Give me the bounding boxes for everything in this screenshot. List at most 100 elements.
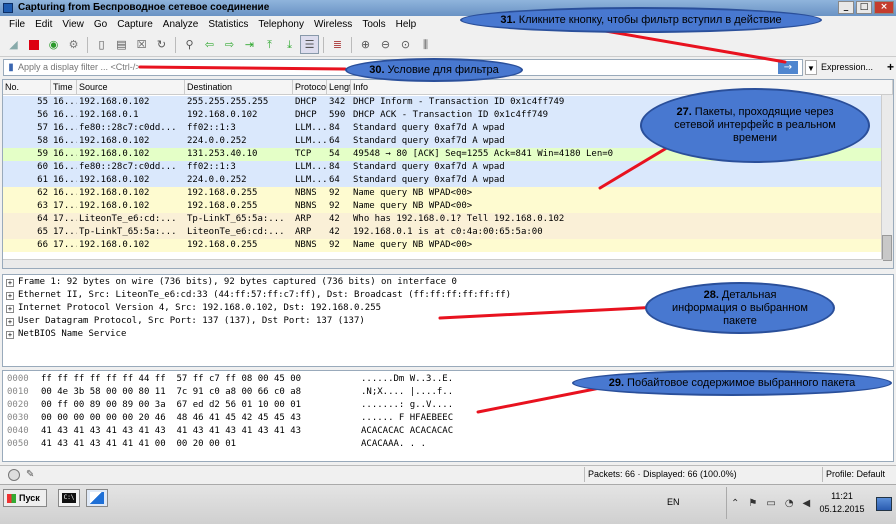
bytes-row: 0050 41 43 41 43 41 41 41 00 00 20 00 01 A… <box>3 438 893 451</box>
go-back-icon[interactable]: ⇦ <box>200 35 219 54</box>
network-icon[interactable]: ◔ <box>785 498 794 509</box>
column-header-protocol[interactable]: Protocol <box>293 80 327 94</box>
bytes-ascii[interactable]: .......: g..V.... <box>361 399 453 412</box>
first-packet-icon[interactable]: ⤒ <box>260 35 279 54</box>
bytes-hex[interactable]: 00 ff 00 89 00 89 00 3a 67 ed d2 56 01 1… <box>41 399 361 412</box>
column-header-destination[interactable]: Destination <box>185 80 293 94</box>
filter-bookmark-icon[interactable]: ▮ <box>4 60 18 75</box>
save-file-icon[interactable]: ▤ <box>112 35 131 54</box>
capture-comment-icon[interactable]: ✎ <box>26 469 34 480</box>
scrollbar-thumb[interactable] <box>882 235 892 261</box>
open-file-icon[interactable]: ▯ <box>92 35 111 54</box>
column-header-no[interactable]: No. <box>3 80 51 94</box>
row-time: 16... <box>53 175 77 185</box>
packet-row[interactable]: 62 16...192.168.0.102 192.168.0.255 NBNS 92 N… <box>3 187 893 200</box>
row-length: 84 <box>329 123 340 133</box>
bytes-ascii[interactable]: ACACAAA. . . <box>361 438 426 451</box>
close-button[interactable]: × <box>874 1 894 14</box>
language-indicator[interactable]: EN <box>667 497 680 507</box>
volume-icon[interactable]: ◀ <box>803 498 811 509</box>
column-header-time[interactable]: Time <box>51 80 77 94</box>
row-length: 64 <box>329 136 340 146</box>
restart-capture-icon[interactable]: ◉ <box>44 35 63 54</box>
find-packet-icon[interactable]: ⚲ <box>180 35 199 54</box>
column-header-length[interactable]: Length <box>327 80 351 94</box>
close-file-icon[interactable]: ☒ <box>132 35 151 54</box>
bytes-hex[interactable]: 41 43 41 43 41 43 41 43 41 43 41 43 41 4… <box>41 425 361 438</box>
detail-text: Frame 1: 92 bytes on wire (736 bits), 92… <box>18 277 457 287</box>
add-filter-button[interactable]: + <box>887 60 894 74</box>
packet-row[interactable]: 64 17...LiteonTe_e6:cd:... Tp-LinkT_65:5a:… <box>3 213 893 226</box>
packet-row[interactable]: 61 16...192.168.0.102 224.0.0.252 LLM...64 S… <box>3 174 893 187</box>
row-protocol: LLM... <box>295 175 327 185</box>
menu-file[interactable]: File <box>4 19 30 30</box>
zoom-reset-icon[interactable]: ⊙ <box>396 35 415 54</box>
minimize-button[interactable]: _ <box>838 1 854 14</box>
autoscroll-icon[interactable]: ☰ <box>300 35 319 54</box>
packet-row[interactable]: 66 17...192.168.0.102 192.168.0.255 NBNS 92 N… <box>3 239 893 252</box>
menu-edit[interactable]: Edit <box>30 19 57 30</box>
expand-icon[interactable]: + <box>6 317 14 326</box>
last-packet-icon[interactable]: ⤓ <box>280 35 299 54</box>
resize-columns-icon[interactable]: ⫼ <box>416 35 435 54</box>
start-button[interactable]: Пуск <box>3 489 47 507</box>
expand-icon[interactable]: + <box>6 278 14 287</box>
bytes-ascii[interactable]: ...... F HFAEBEEC <box>361 412 453 425</box>
row-no: 59 <box>37 149 48 159</box>
zoom-out-icon[interactable]: ⊖ <box>376 35 395 54</box>
filter-history-dropdown[interactable]: ▼ <box>805 59 817 75</box>
show-hidden-icons-icon[interactable]: ⌃ <box>731 498 739 509</box>
column-header-source[interactable]: Source <box>77 80 185 94</box>
start-capture-icon[interactable]: ◢ <box>4 35 23 54</box>
bytes-ascii[interactable]: .N;X.... |....f.. <box>361 386 453 399</box>
callout-29: 29. Побайтовое содержимое выбранного паке… <box>572 370 892 396</box>
apply-filter-button[interactable]: → <box>778 60 798 74</box>
display-icon[interactable]: ▭ <box>766 498 775 509</box>
colorize-icon[interactable]: ≣ <box>328 35 347 54</box>
capture-options-icon[interactable]: ⚙ <box>64 35 83 54</box>
go-forward-icon[interactable]: ⇨ <box>220 35 239 54</box>
menu-statistics[interactable]: Statistics <box>203 19 253 30</box>
taskbar-cmd[interactable]: C:\ <box>58 489 80 507</box>
taskbar-clock[interactable]: 11:21 05.12.2015 <box>812 490 872 516</box>
expand-icon[interactable]: + <box>6 291 14 300</box>
row-destination: 192.168.0.255 <box>187 188 258 198</box>
bytes-ascii[interactable]: ......Dm W..3..E. <box>361 373 453 386</box>
go-to-packet-icon[interactable]: ⇥ <box>240 35 259 54</box>
notification-flag-icon[interactable] <box>876 497 892 511</box>
menu-wireless[interactable]: Wireless <box>309 19 357 30</box>
window-title: Capturing from Беспроводное сетевое соед… <box>18 2 270 13</box>
packet-list-hscrollbar[interactable] <box>3 259 883 268</box>
taskbar-wireshark[interactable] <box>86 489 108 507</box>
maximize-button[interactable]: □ <box>856 1 872 14</box>
row-protocol: NBNS <box>295 188 317 198</box>
zoom-in-icon[interactable]: ⊕ <box>356 35 375 54</box>
bytes-hex[interactable]: 00 4e 3b 58 00 00 80 11 7c 91 c0 a8 00 6… <box>41 386 361 399</box>
profile-label[interactable]: Profile: Default <box>826 469 885 479</box>
menu-telephony[interactable]: Telephony <box>253 19 309 30</box>
menu-go[interactable]: Go <box>89 19 112 30</box>
expand-icon[interactable]: + <box>6 304 14 313</box>
row-time: 17... <box>53 240 77 250</box>
action-center-icon[interactable]: ⚑ <box>748 498 757 509</box>
packet-list-scrollbar[interactable] <box>881 95 893 268</box>
row-source: 192.168.0.102 <box>79 188 150 198</box>
menu-capture[interactable]: Capture <box>112 19 158 30</box>
reload-file-icon[interactable]: ↻ <box>152 35 171 54</box>
bytes-hex[interactable]: 00 00 00 00 00 00 20 46 48 46 41 45 42 4… <box>41 412 361 425</box>
expression-button[interactable]: Expression... <box>821 62 873 72</box>
expert-info-icon[interactable] <box>8 468 20 481</box>
menu-help[interactable]: Help <box>391 19 422 30</box>
menu-analyze[interactable]: Analyze <box>158 19 204 30</box>
bytes-hex[interactable]: ff ff ff ff ff ff 44 ff 57 ff c7 ff 08 0… <box>41 373 361 386</box>
row-no: 65 <box>37 227 48 237</box>
packet-row[interactable]: 63 17...192.168.0.102 192.168.0.255 NBNS 92 N… <box>3 200 893 213</box>
bytes-ascii[interactable]: ACACACAC ACACACAC <box>361 425 453 438</box>
menu-view[interactable]: View <box>57 19 89 30</box>
expand-icon[interactable]: + <box>6 330 14 339</box>
stop-capture-icon[interactable] <box>24 35 43 54</box>
menu-tools[interactable]: Tools <box>357 19 390 30</box>
bytes-hex[interactable]: 41 43 41 43 41 41 41 00 00 20 00 01 <box>41 438 361 451</box>
packet-row[interactable]: 65 17...Tp-LinkT_65:5a:... LiteonTe_e6:cd:… <box>3 226 893 239</box>
row-time: 16... <box>53 136 77 146</box>
